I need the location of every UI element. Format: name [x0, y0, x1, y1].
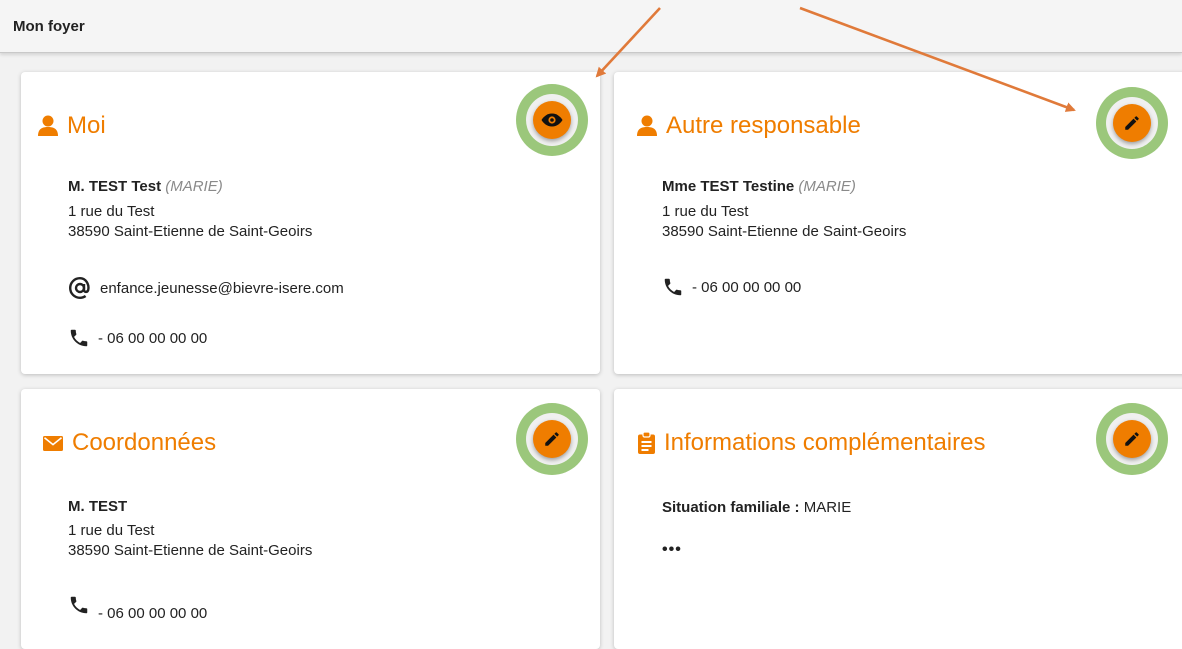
edit-coordonnees-button[interactable]: [533, 420, 571, 458]
marital-status: (MARIE): [165, 178, 223, 195]
phone-row: - 06 00 00 00 00: [68, 327, 207, 349]
phone-icon: [70, 596, 88, 613]
phone-text: - 06 00 00 00 00: [98, 329, 208, 347]
phone-text: - 06 00 00 00 00: [98, 605, 208, 622]
phone-row: - 06 00 00 00 00: [662, 276, 801, 298]
clipboard-icon: [638, 432, 655, 454]
highlight-ring: [1096, 403, 1168, 475]
person-icon: [637, 115, 657, 136]
pencil-icon: [545, 432, 559, 446]
email-text: enfance.jeunesse@bievre-isere.com: [100, 279, 344, 297]
highlight-ring: [1096, 87, 1168, 159]
person-icon: [38, 115, 58, 136]
address-line-2: 38590 Saint-Etienne de Saint-Geoirs: [68, 223, 313, 240]
card-coordonnees-title: Coordonnées: [43, 429, 216, 457]
card-autre-person-name: Mme TEST Testine (MARIE): [662, 178, 856, 195]
address-line-2: 38590 Saint-Etienne de Saint-Geoirs: [68, 542, 313, 559]
phone-row: - 06 00 00 00 00: [68, 596, 208, 622]
address-line-1: 1 rue du Test: [662, 203, 749, 220]
card-autre-title: Autre responsable: [637, 112, 861, 140]
view-moi-button[interactable]: [533, 101, 571, 139]
situation-familiale-row: Situation familiale : MARIE: [662, 499, 851, 516]
edit-informations-button[interactable]: [1113, 420, 1151, 458]
phone-icon: [70, 329, 88, 347]
situation-value: MARIE: [803, 499, 852, 516]
pencil-icon: [1125, 432, 1139, 446]
highlight-ring: [516, 84, 588, 156]
page-header: Mon foyer: [0, 0, 1182, 53]
card-moi: Moi M. TEST Test (MARIE) 1 rue du Test 3…: [21, 72, 600, 374]
card-moi-title: Moi: [38, 112, 106, 140]
phone-icon: [664, 278, 682, 296]
pencil-icon: [1125, 116, 1139, 130]
phone-text: - 06 00 00 00 00: [692, 278, 802, 296]
card-coordonnees-person-name: M. TEST: [68, 498, 128, 515]
envelope-icon: [43, 435, 63, 451]
card-moi-person-name: M. TEST Test (MARIE): [68, 178, 223, 195]
more-indicator: •••: [662, 541, 682, 558]
email-row: enfance.jeunesse@bievre-isere.com: [68, 276, 344, 300]
highlight-ring: [516, 403, 588, 475]
page-title: Mon foyer: [13, 18, 85, 35]
at-sign-icon: [68, 276, 90, 300]
card-coordonnees: Coordonnées M. TEST 1 rue du Test 38590 …: [21, 389, 600, 649]
marital-status: (MARIE): [798, 178, 856, 195]
card-informations-title: Informations complémentaires: [638, 429, 985, 457]
eye-icon: [541, 113, 563, 127]
address-line-2: 38590 Saint-Etienne de Saint-Geoirs: [662, 223, 907, 240]
address-line-1: 1 rue du Test: [68, 522, 155, 539]
situation-label: Situation familiale :: [662, 499, 800, 516]
address-line-1: 1 rue du Test: [68, 203, 155, 220]
edit-autre-responsable-button[interactable]: [1113, 104, 1151, 142]
